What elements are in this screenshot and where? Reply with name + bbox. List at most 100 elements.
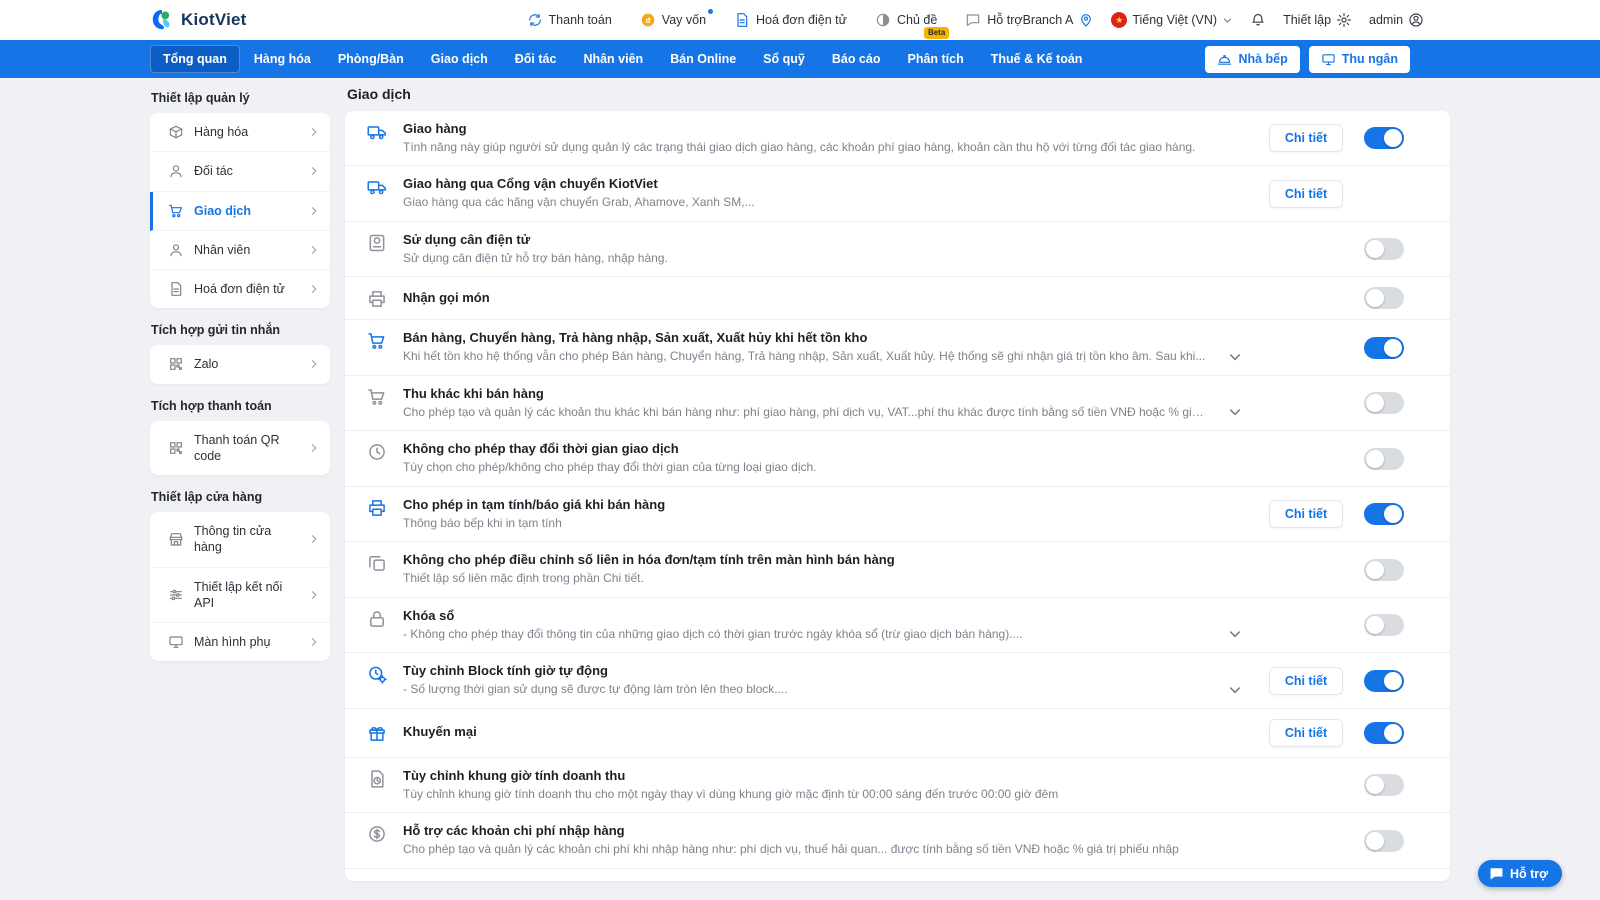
toggle-switch-off[interactable] [1364, 774, 1404, 796]
sidebar-item[interactable]: Hàng hóa [150, 113, 330, 152]
setting-description: - Không cho phép thay đổi thông tin của … [403, 627, 1208, 643]
topbar-link-label: Hoá đơn điện tử [756, 13, 847, 27]
sidebar-item[interactable]: Nhân viên [150, 231, 330, 270]
setting-row: Không cho phép thay đổi thời gian giao d… [345, 431, 1450, 486]
toggle-switch-on[interactable] [1364, 503, 1404, 525]
language-selector[interactable]: ★ Tiếng Việt (VN) [1111, 12, 1233, 28]
setting-text: Không cho phép điều chỉnh số liên in hóa… [403, 552, 1218, 586]
nav-tab[interactable]: Sổ quỹ [750, 45, 818, 73]
setting-controls: Chi tiết [1218, 500, 1404, 528]
toggle-switch-off[interactable] [1364, 238, 1404, 260]
printer-icon [367, 498, 387, 518]
nav-tab[interactable]: Tổng quan [150, 45, 240, 73]
setting-text: Tùy chỉnh khung giờ tính doanh thu Tùy c… [403, 768, 1218, 802]
person-icon [168, 242, 184, 258]
nav-tab[interactable]: Phòng/Bàn [325, 45, 417, 73]
nav-tab[interactable]: Báo cáo [819, 45, 894, 73]
nav-tab[interactable]: Giao dịch [418, 45, 501, 73]
detail-button[interactable]: Chi tiết [1269, 667, 1343, 695]
expand-chevron-down-icon[interactable] [1227, 349, 1243, 365]
user-label: admin [1369, 13, 1403, 27]
toggle-switch-off[interactable] [1364, 287, 1404, 309]
nav-tab[interactable]: Phân tích [894, 45, 976, 73]
support-fab-label: Hỗ trợ [1510, 867, 1548, 881]
support-fab[interactable]: Hỗ trợ [1478, 860, 1562, 887]
toggle-switch-on[interactable] [1364, 670, 1404, 692]
nav-button[interactable]: Thu ngân [1309, 46, 1410, 73]
nav-tab[interactable]: Nhân viên [570, 45, 656, 73]
nav-tab[interactable]: Thuế & Kế toán [978, 45, 1096, 73]
nav-button[interactable]: Nhà bếp [1205, 46, 1299, 73]
setting-description: Cho phép tạo và quản lý các khoản chi ph… [403, 842, 1208, 858]
nav-tab[interactable]: Hàng hóa [241, 45, 324, 73]
detail-button[interactable]: Chi tiết [1269, 180, 1343, 208]
topbar-link-label: Hỗ trợ [987, 13, 1022, 27]
cashier-icon [1321, 52, 1336, 67]
sidebar-item[interactable]: Màn hình phụ [150, 623, 330, 661]
topbar-link[interactable]: Chủ đềBeta [875, 12, 937, 28]
sidebar-section: Thiết lập cửa hàng Thông tin cửa hàng Th… [150, 490, 330, 661]
sidebar-item[interactable]: Thông tin cửa hàng [150, 512, 330, 568]
toggle-switch-off[interactable] [1364, 614, 1404, 636]
branch-selector[interactable]: Branch A [1023, 12, 1095, 28]
setting-description: Thiết lập số liên mặc định trong phần Ch… [403, 571, 1208, 587]
sidebar-item[interactable]: Đối tác [150, 152, 330, 191]
expand-chevron-down-icon[interactable] [1227, 682, 1243, 698]
sidebar-item[interactable]: Giao dịch [150, 192, 330, 231]
setting-row: Khóa sổ - Không cho phép thay đổi thông … [345, 598, 1450, 653]
sidebar-item[interactable]: Zalo [150, 345, 330, 383]
main-nav: Tổng quanHàng hóaPhòng/BànGiao dịchĐối t… [0, 40, 1600, 78]
clock-gear-icon [367, 664, 387, 684]
toggle-switch-on[interactable] [1364, 337, 1404, 359]
map-pin-icon [1078, 12, 1094, 28]
toggle-switch-off[interactable] [1364, 830, 1404, 852]
nav-tab[interactable]: Đối tác [502, 45, 570, 73]
setting-title: Thu khác khi bán hàng [403, 386, 1208, 403]
settings-menu[interactable]: Thiết lập [1283, 12, 1352, 28]
toggle-switch-off[interactable] [1364, 392, 1404, 414]
sidebar-item[interactable]: Hoá đơn điện tử [150, 270, 330, 308]
setting-row: Giao hàng qua Cổng vận chuyển KiotViet G… [345, 166, 1450, 221]
settings-card: Giao hàng Tính năng này giúp người sử dụ… [345, 111, 1450, 881]
setting-text: Hỗ trợ các khoản chi phí nhập hàng Cho p… [403, 823, 1218, 857]
chevron-down-icon [1222, 15, 1233, 26]
setting-row: Thu khác khi bán hàng Cho phép tạo và qu… [345, 376, 1450, 431]
detail-button[interactable]: Chi tiết [1269, 124, 1343, 152]
sidebar-section-title: Thiết lập quản lý [151, 91, 330, 105]
topbar-link[interactable]: Vay vốn [640, 12, 706, 28]
topbar-link[interactable]: Hỗ trợ [965, 12, 1022, 28]
doc-clock-icon [367, 769, 387, 789]
setting-description: Tính năng này giúp người sử dụng quản lý… [403, 140, 1208, 156]
sidebar-section: Thiết lập quản lý Hàng hóa Đối tác Giao … [150, 91, 330, 308]
expand-chevron-down-icon[interactable] [1227, 626, 1243, 642]
setting-title: Không cho phép thay đổi thời gian giao d… [403, 441, 1208, 458]
content: Thiết lập quản lý Hàng hóa Đối tác Giao … [0, 78, 1600, 900]
toggle-switch-on[interactable] [1364, 127, 1404, 149]
sidebar-section-title: Thiết lập cửa hàng [151, 490, 330, 504]
detail-button[interactable]: Chi tiết [1269, 719, 1343, 747]
page-title: Giao dịch [347, 86, 1450, 102]
sidebar-item[interactable]: Thiết lập kết nối API [150, 568, 330, 624]
nav-tab[interactable]: Bán Online [657, 45, 749, 73]
user-menu[interactable]: admin [1369, 12, 1424, 28]
sidebar-item[interactable]: Thanh toán QR code [150, 421, 330, 476]
chevron-right-icon [308, 533, 320, 545]
setting-title: Bán hàng, Chuyển hàng, Trả hàng nhập, Sả… [403, 330, 1208, 347]
toggle-switch-on[interactable] [1364, 722, 1404, 744]
setting-row: Tùy chỉnh khung giờ tính doanh thu Tùy c… [345, 758, 1450, 813]
detail-button[interactable]: Chi tiết [1269, 500, 1343, 528]
toggle-knob [1366, 616, 1384, 634]
topbar-link[interactable]: Hoá đơn điện tử [734, 12, 847, 28]
kiotviet-logo[interactable]: KiotViet [150, 8, 247, 32]
toggle-switch-off[interactable] [1364, 559, 1404, 581]
setting-controls [1218, 830, 1404, 852]
expand-chevron-down-icon[interactable] [1227, 404, 1243, 420]
setting-row: Không cho phép điều chỉnh số liên in hóa… [345, 542, 1450, 597]
bell-icon[interactable] [1250, 12, 1266, 28]
toggle-knob [1366, 450, 1384, 468]
toggle-knob [1366, 832, 1384, 850]
toggle-switch-off[interactable] [1364, 448, 1404, 470]
box-icon [168, 124, 184, 140]
topbar-link[interactable]: Thanh toán [527, 12, 612, 28]
setting-description: Khi hết tồn kho hệ thống vẫn cho phép Bá… [403, 349, 1208, 365]
